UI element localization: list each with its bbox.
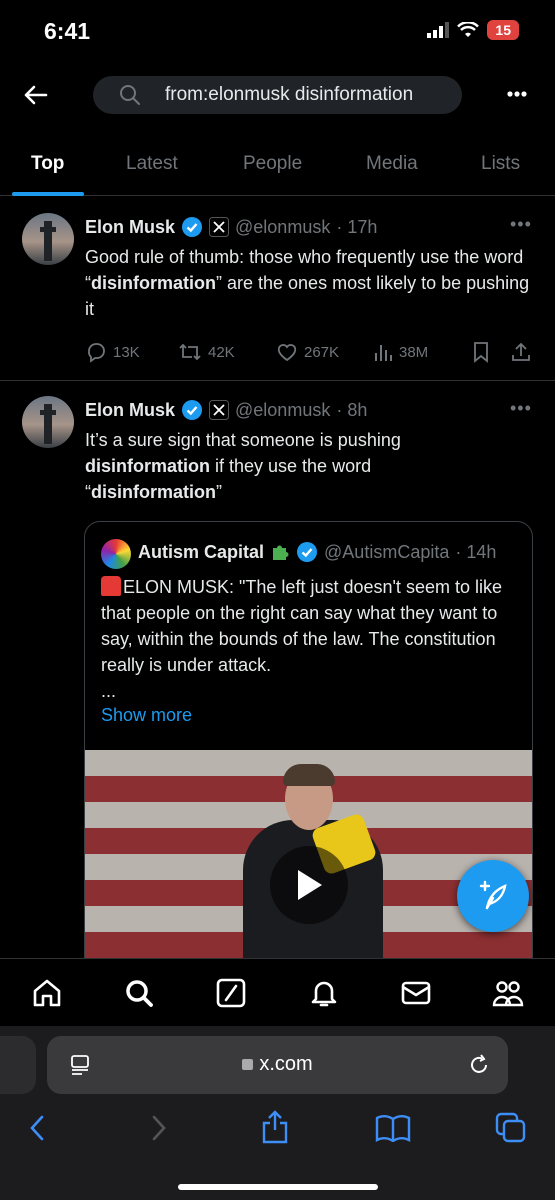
communities-icon[interactable] (492, 977, 524, 1009)
quoted-text-body: ELON MUSK: "The left just doesn't seem t… (101, 577, 502, 675)
feather-plus-icon (479, 880, 507, 910)
play-button[interactable] (270, 846, 348, 924)
avatar[interactable] (22, 213, 74, 265)
tab-media[interactable]: Media (366, 153, 418, 175)
quoted-author-name: Autism Capital (138, 541, 265, 562)
x-affiliate-icon (209, 217, 230, 237)
address-bar[interactable]: x.com (47, 1036, 508, 1094)
views-button[interactable]: 38M (373, 341, 428, 363)
retweet-icon (179, 343, 201, 361)
retweet-button[interactable]: 42K (178, 341, 235, 363)
back-arrow-icon[interactable] (20, 80, 50, 110)
siren-icon (101, 576, 121, 596)
quoted-author-handle: @AutismCapita (324, 541, 450, 562)
quoted-avatar (101, 539, 131, 569)
verified-badge-icon (182, 217, 203, 237)
puzzle-piece-icon (273, 545, 289, 560)
bookmarks-book-icon[interactable] (375, 1114, 411, 1142)
status-icons: 15 (427, 20, 519, 40)
like-count: 267K (304, 343, 340, 361)
author-name[interactable]: Elon Musk (85, 400, 175, 421)
search-nav-icon[interactable] (123, 977, 155, 1009)
tab-top[interactable]: Top (31, 153, 64, 175)
messages-icon[interactable] (400, 977, 432, 1009)
search-tabs: Top Latest People Media Lists (0, 140, 555, 196)
x-affiliate-icon (209, 400, 230, 420)
author-name[interactable]: Elon Musk (85, 217, 175, 238)
author-handle: @elonmusk (235, 216, 331, 237)
search-query: from:elonmusk disinformation (165, 84, 414, 105)
verified-badge-icon (182, 400, 203, 420)
views-count: 38M (399, 343, 429, 361)
reply-count: 13K (113, 343, 140, 361)
browser-forward-icon[interactable] (146, 1114, 170, 1142)
tweet-time: · 8h (336, 399, 368, 420)
tweet-text-bold: disinformation (85, 456, 210, 476)
tweet-text-bold: disinformation (91, 482, 216, 502)
reply-icon (88, 343, 105, 363)
previous-tab-peek[interactable] (0, 1036, 36, 1094)
tab-lists[interactable]: Lists (481, 153, 520, 175)
compose-post-button[interactable] (457, 860, 529, 932)
quoted-tweet-time: · 14h (455, 541, 497, 562)
bottom-nav (0, 958, 555, 1026)
tweet-text-part: It’s a sure sign that someone is pushing (85, 430, 401, 450)
tweet-text-part: ” (216, 482, 222, 502)
play-icon (298, 870, 322, 900)
safari-toolbar: x.com (0, 1026, 555, 1200)
battery-badge: 15 (487, 20, 519, 40)
status-time: 6:41 (44, 18, 91, 44)
tab-latest[interactable]: Latest (126, 153, 178, 175)
quoted-text: ELON MUSK: "The left just doesn't seem t… (101, 574, 521, 678)
tweet-menu-icon[interactable]: ••• (510, 398, 532, 419)
tweet-time: · 17h (336, 216, 378, 237)
bookmark-icon[interactable] (471, 341, 491, 363)
tweet-text: Good rule of thumb: those who frequently… (85, 244, 535, 322)
tab-people[interactable]: People (243, 153, 302, 175)
video-person-hair (283, 764, 335, 786)
search-icon (120, 85, 140, 105)
video-thumbnail[interactable] (85, 750, 532, 980)
home-indicator (178, 1184, 378, 1190)
heart-icon (277, 344, 297, 362)
search-input[interactable]: from:elonmusk disinformation (93, 76, 462, 114)
show-more-link[interactable]: Show more (101, 705, 192, 726)
browser-back-icon[interactable] (26, 1114, 50, 1142)
tweet-header: Elon Musk @elonmusk · 17h (85, 216, 377, 238)
lock-icon (242, 1059, 254, 1070)
share-icon[interactable] (510, 341, 532, 363)
share-sheet-icon[interactable] (260, 1110, 290, 1144)
tweet-text-bold: disinformation (91, 273, 216, 293)
tweet-divider (0, 380, 555, 381)
grok-icon[interactable] (215, 977, 247, 1009)
home-icon[interactable] (31, 977, 63, 1009)
notifications-icon[interactable] (308, 977, 340, 1009)
like-button[interactable]: 267K (276, 341, 339, 363)
wifi-icon (457, 22, 480, 37)
tweet-menu-icon[interactable]: ••• (510, 214, 532, 235)
signal-icon (427, 22, 450, 38)
tabs-overview-icon[interactable] (495, 1112, 527, 1144)
views-icon (375, 345, 392, 361)
avatar[interactable] (22, 396, 74, 448)
tweet-header: Elon Musk @elonmusk · 8h (85, 399, 367, 421)
reload-icon[interactable] (468, 1054, 490, 1076)
verified-badge-icon (297, 542, 318, 562)
quoted-ellipsis: ... (101, 681, 117, 701)
more-options-icon[interactable] (500, 84, 534, 104)
url-text: x.com (259, 1053, 313, 1075)
reply-button[interactable]: 13K (85, 341, 140, 363)
retweet-count: 42K (208, 343, 235, 361)
tweet-text: It’s a sure sign that someone is pushing… (85, 427, 505, 505)
quoted-header: Autism Capital @AutismCapita · 14h (138, 541, 496, 563)
author-handle: @elonmusk (235, 399, 331, 420)
url-field[interactable]: x.com (47, 1053, 508, 1076)
active-tab-indicator (12, 192, 84, 196)
tweet-actions: 13K 42K 267K 38M (0, 340, 555, 364)
